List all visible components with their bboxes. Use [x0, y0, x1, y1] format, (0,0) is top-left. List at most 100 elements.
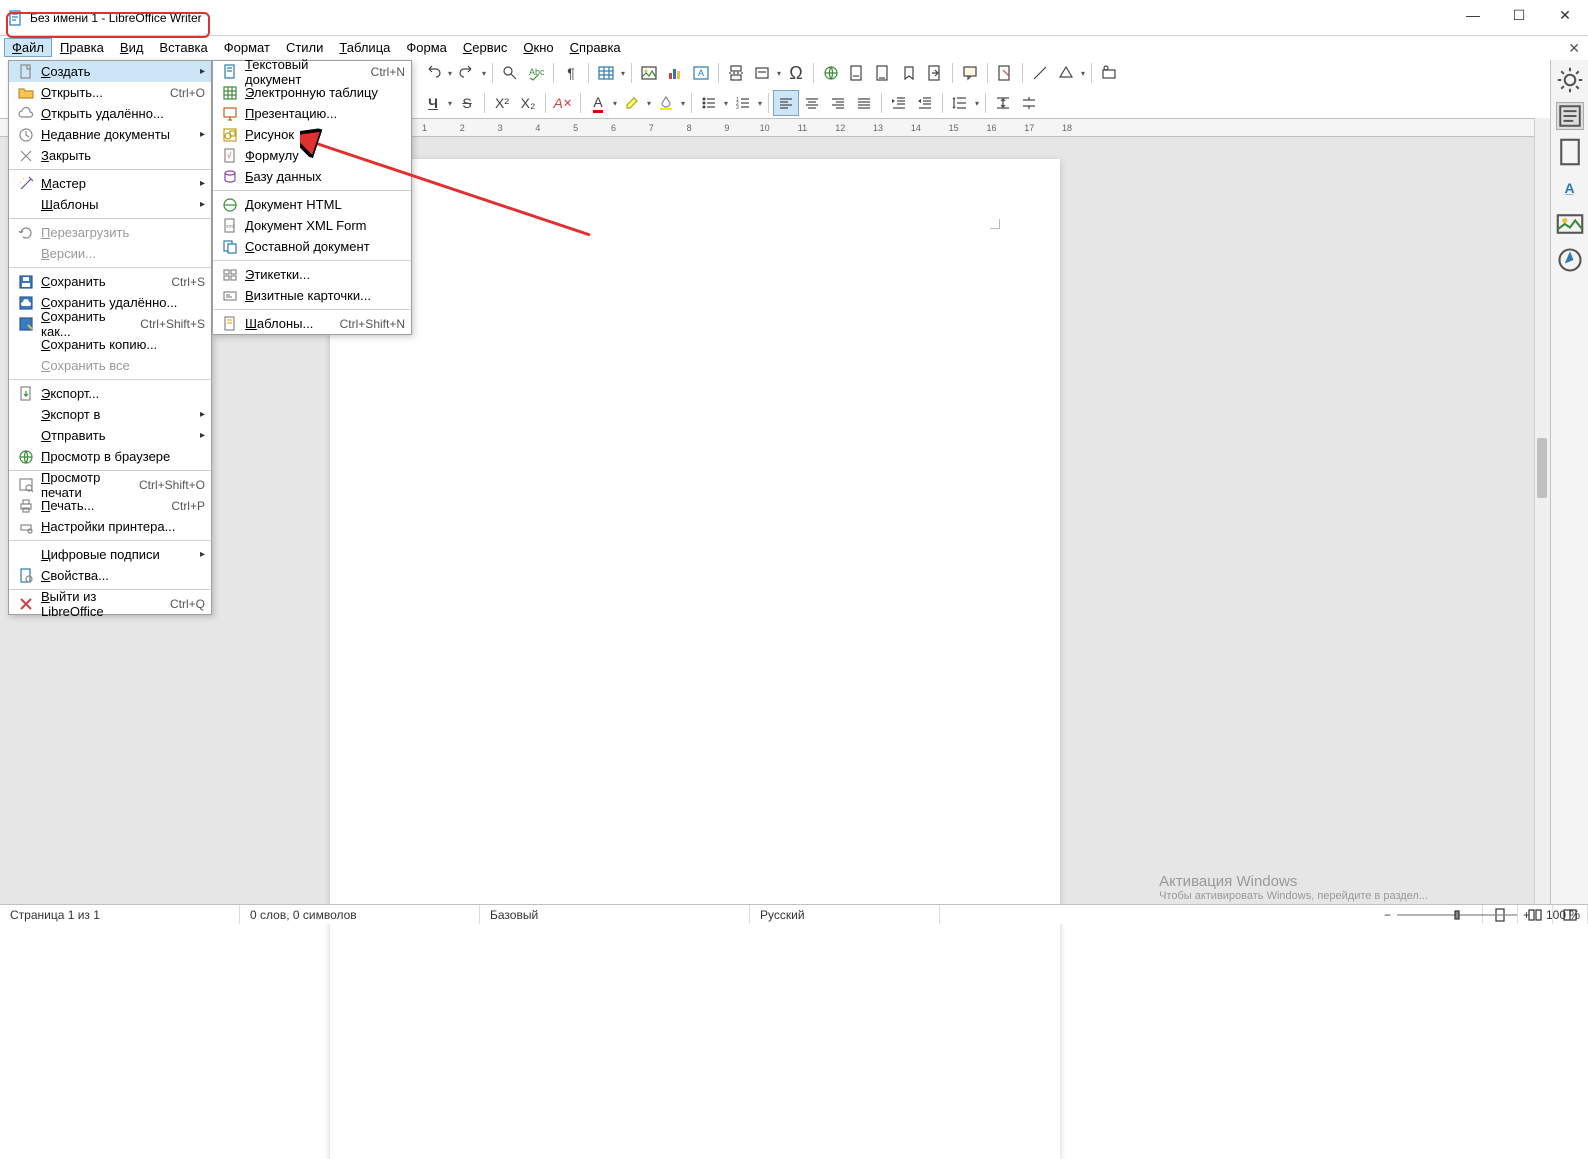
- zoom-value[interactable]: 100 %: [1536, 908, 1580, 922]
- linespacing-icon[interactable]: [947, 90, 973, 116]
- drawfunc-icon[interactable]: [1096, 60, 1122, 86]
- menu-styles[interactable]: Стили: [278, 38, 331, 57]
- menu-item[interactable]: Отправить▸: [9, 425, 211, 446]
- styles-panel-icon[interactable]: A̲: [1556, 174, 1584, 202]
- menu-item[interactable]: Открыть удалённо...: [9, 103, 211, 124]
- close-doc-button[interactable]: ✕: [1568, 40, 1580, 57]
- bullets-icon[interactable]: [696, 90, 722, 116]
- textbox-icon[interactable]: A: [688, 60, 714, 86]
- menu-item[interactable]: Электронную таблицу: [213, 82, 411, 103]
- menu-table[interactable]: Таблица: [331, 38, 398, 57]
- menu-item[interactable]: Открыть...Ctrl+O: [9, 82, 211, 103]
- dropdown-arrow-icon[interactable]: ▾: [619, 69, 627, 78]
- page-canvas[interactable]: [330, 159, 1060, 1159]
- menu-item[interactable]: Свойства...: [9, 565, 211, 586]
- dropdown-arrow-icon[interactable]: ▾: [611, 99, 619, 108]
- menu-item[interactable]: СохранитьCtrl+S: [9, 271, 211, 292]
- gear-icon[interactable]: [1556, 66, 1584, 94]
- align-center-icon[interactable]: [799, 90, 825, 116]
- status-wordcount[interactable]: 0 слов, 0 символов: [240, 905, 480, 924]
- menu-insert[interactable]: Вставка: [151, 38, 215, 57]
- menu-help[interactable]: Справка: [562, 38, 629, 57]
- menu-item[interactable]: Рисунок: [213, 124, 411, 145]
- undo-icon[interactable]: [420, 60, 446, 86]
- navigator-panel-icon[interactable]: [1556, 246, 1584, 274]
- dropdown-arrow-icon[interactable]: ▾: [722, 99, 730, 108]
- menu-item[interactable]: Цифровые подписи▸: [9, 544, 211, 565]
- maximize-button[interactable]: ☐: [1496, 0, 1542, 30]
- menu-item[interactable]: Сохранить как...Ctrl+Shift+S: [9, 313, 211, 334]
- find-icon[interactable]: [497, 60, 523, 86]
- menu-item[interactable]: Шаблоны...Ctrl+Shift+N: [213, 313, 411, 334]
- crossref-icon[interactable]: [922, 60, 948, 86]
- numbering-icon[interactable]: 123: [730, 90, 756, 116]
- scrollbar-thumb[interactable]: [1537, 438, 1547, 498]
- menu-view[interactable]: Вид: [112, 38, 152, 57]
- menu-item[interactable]: Текстовый документCtrl+N: [213, 61, 411, 82]
- strike-icon[interactable]: S: [454, 90, 480, 116]
- menu-item[interactable]: Документ HTML: [213, 194, 411, 215]
- subscript-icon[interactable]: X₂: [515, 90, 541, 116]
- table-icon[interactable]: [593, 60, 619, 86]
- char-bgcolor-icon[interactable]: [653, 90, 679, 116]
- zoom-slider[interactable]: [1397, 909, 1517, 921]
- menu-item[interactable]: Создать▸: [9, 61, 211, 82]
- status-language[interactable]: Русский: [750, 905, 940, 924]
- dropdown-arrow-icon[interactable]: ▾: [775, 69, 783, 78]
- zoom-control[interactable]: − + 100 %: [1384, 908, 1580, 922]
- menu-item[interactable]: Этикетки...: [213, 264, 411, 285]
- align-justify-icon[interactable]: [851, 90, 877, 116]
- para-space-inc-icon[interactable]: [990, 90, 1016, 116]
- menu-item[interactable]: Экспорт в▸: [9, 404, 211, 425]
- shapes-icon[interactable]: [1053, 60, 1079, 86]
- spellcheck-icon[interactable]: Abc: [523, 60, 549, 86]
- dropdown-arrow-icon[interactable]: ▾: [446, 69, 454, 78]
- dropdown-arrow-icon[interactable]: ▾: [480, 69, 488, 78]
- menu-item[interactable]: Сохранить копию...: [9, 334, 211, 355]
- indent-inc-icon[interactable]: [886, 90, 912, 116]
- pagebreak-icon[interactable]: [723, 60, 749, 86]
- close-button[interactable]: ✕: [1542, 0, 1588, 30]
- menu-item[interactable]: √Формулу: [213, 145, 411, 166]
- highlight-icon[interactable]: [619, 90, 645, 116]
- dropdown-arrow-icon[interactable]: ▾: [679, 99, 687, 108]
- menu-format[interactable]: Формат: [216, 38, 278, 57]
- menu-item[interactable]: Настройки принтера...: [9, 516, 211, 537]
- gallery-panel-icon[interactable]: [1556, 210, 1584, 238]
- pilcrow-icon[interactable]: ¶: [558, 60, 584, 86]
- align-right-icon[interactable]: [825, 90, 851, 116]
- menu-window[interactable]: Окно: [515, 38, 561, 57]
- menu-form[interactable]: Форма: [398, 38, 455, 57]
- menu-item[interactable]: Мастер▸: [9, 173, 211, 194]
- special-char-icon[interactable]: Ω: [783, 60, 809, 86]
- comment-icon[interactable]: [957, 60, 983, 86]
- zoom-minus-icon[interactable]: −: [1384, 908, 1391, 922]
- menu-item[interactable]: Базу данных: [213, 166, 411, 187]
- superscript-icon[interactable]: X²: [489, 90, 515, 116]
- field-icon[interactable]: [749, 60, 775, 86]
- menu-item[interactable]: Просмотр печатиCtrl+Shift+O: [9, 474, 211, 495]
- zoom-plus-icon[interactable]: +: [1523, 908, 1530, 922]
- menu-item[interactable]: xmlДокумент XML Form: [213, 215, 411, 236]
- menu-edit[interactable]: Правка: [52, 38, 112, 57]
- menu-item[interactable]: Визитные карточки...: [213, 285, 411, 306]
- align-left-icon[interactable]: [773, 90, 799, 116]
- indent-dec-icon[interactable]: [912, 90, 938, 116]
- dropdown-arrow-icon[interactable]: ▾: [446, 99, 454, 108]
- status-page[interactable]: Страница 1 из 1: [0, 905, 240, 924]
- dropdown-arrow-icon[interactable]: ▾: [973, 99, 981, 108]
- minimize-button[interactable]: —: [1450, 0, 1496, 30]
- menu-item[interactable]: Выйти из LibreOfficeCtrl+Q: [9, 593, 211, 614]
- menu-item[interactable]: Просмотр в браузере: [9, 446, 211, 467]
- dropdown-arrow-icon[interactable]: ▾: [756, 99, 764, 108]
- dropdown-arrow-icon[interactable]: ▾: [645, 99, 653, 108]
- para-space-dec-icon[interactable]: [1016, 90, 1042, 116]
- dropdown-arrow-icon[interactable]: ▾: [1079, 69, 1087, 78]
- menu-item[interactable]: Печать...Ctrl+P: [9, 495, 211, 516]
- bookmark-icon[interactable]: [896, 60, 922, 86]
- menu-file[interactable]: Файл: [4, 38, 52, 57]
- menu-item[interactable]: Закрыть: [9, 145, 211, 166]
- page-panel-icon[interactable]: [1556, 138, 1584, 166]
- menu-item[interactable]: Экспорт...: [9, 383, 211, 404]
- menu-item[interactable]: Презентацию...: [213, 103, 411, 124]
